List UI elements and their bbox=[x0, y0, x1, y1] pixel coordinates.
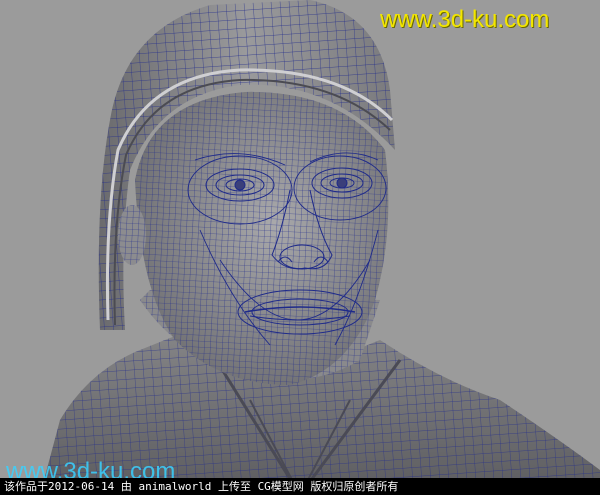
watermark-top: www.3d-ku.com bbox=[380, 6, 550, 33]
face-mesh bbox=[118, 91, 389, 385]
caption-text: 该作品于2012-06-14 由 animalworld 上传至 CG模型网 版… bbox=[4, 480, 399, 493]
wireframe-head-model bbox=[40, 0, 600, 495]
3d-viewport[interactable]: www.3d-ku.com www.3d-ku.com 该作品于2012-06-… bbox=[0, 0, 600, 495]
caption-bar: 该作品于2012-06-14 由 animalworld 上传至 CG模型网 版… bbox=[0, 478, 600, 495]
